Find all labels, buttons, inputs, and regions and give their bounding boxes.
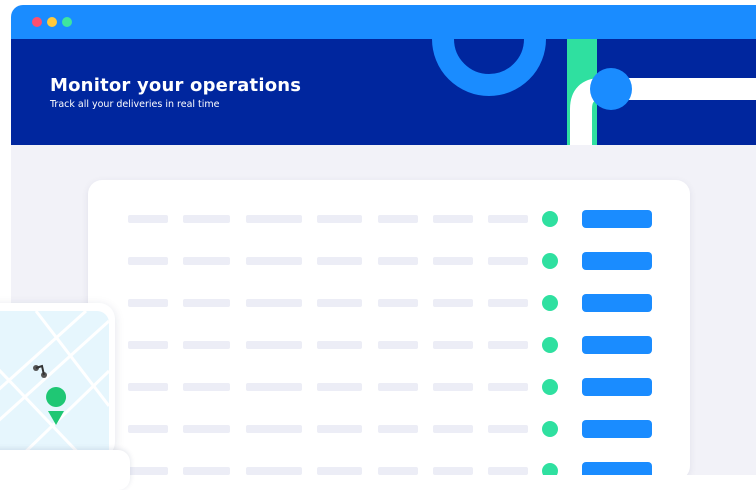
table-cell-placeholder [317, 341, 362, 349]
table-cell-placeholder [246, 383, 302, 391]
table-cell-placeholder [246, 341, 302, 349]
table-cell-placeholder [183, 215, 230, 223]
status-dot-icon [542, 379, 558, 395]
table-cell-placeholder [433, 341, 473, 349]
table-cell-placeholder [488, 341, 528, 349]
table-cell-placeholder [317, 215, 362, 223]
table-cell-placeholder [128, 467, 168, 475]
table-cell-placeholder [246, 257, 302, 265]
table-row[interactable] [88, 294, 690, 312]
page-subtitle: Track all your deliveries in real time [50, 99, 220, 110]
row-action-button[interactable] [582, 420, 652, 438]
table-cell-placeholder [433, 383, 473, 391]
table-row[interactable] [88, 420, 690, 438]
row-action-button[interactable] [582, 462, 652, 475]
status-dot-icon [542, 253, 558, 269]
info-card [0, 450, 130, 490]
table-cell-placeholder [378, 215, 418, 223]
row-action-button[interactable] [582, 294, 652, 312]
scooter-icon [33, 364, 47, 378]
table-cell-placeholder [378, 299, 418, 307]
table-cell-placeholder [128, 383, 168, 391]
table-cell-placeholder [128, 299, 168, 307]
table-cell-placeholder [128, 425, 168, 433]
page-title: Monitor your operations [50, 75, 302, 96]
table-cell-placeholder [183, 257, 230, 265]
table-row[interactable] [88, 210, 690, 228]
table-cell-placeholder [128, 341, 168, 349]
table-cell-placeholder [246, 215, 302, 223]
table-cell-placeholder [183, 425, 230, 433]
map-streets [0, 311, 109, 458]
table-cell-placeholder [378, 425, 418, 433]
table-cell-placeholder [378, 341, 418, 349]
minimize-dot-icon[interactable] [47, 17, 57, 27]
close-dot-icon[interactable] [32, 17, 42, 27]
decor-ring [432, 39, 546, 96]
row-action-button[interactable] [582, 252, 652, 270]
deliveries-table-card [88, 180, 690, 475]
window-titlebar [11, 5, 756, 39]
status-dot-icon [542, 295, 558, 311]
table-cell-placeholder [488, 257, 528, 265]
table-cell-placeholder [433, 257, 473, 265]
row-action-button[interactable] [582, 378, 652, 396]
table-cell-placeholder [246, 467, 302, 475]
status-dot-icon [542, 337, 558, 353]
browser-window: Monitor your operations Track all your d… [11, 5, 756, 475]
table-cell-placeholder [317, 425, 362, 433]
row-action-button[interactable] [582, 210, 652, 228]
table-cell-placeholder [317, 257, 362, 265]
table-cell-placeholder [488, 425, 528, 433]
table-cell-placeholder [246, 299, 302, 307]
table-cell-placeholder [378, 383, 418, 391]
table-cell-placeholder [433, 215, 473, 223]
table-cell-placeholder [183, 299, 230, 307]
table-cell-placeholder [128, 215, 168, 223]
decor-circle [590, 68, 632, 110]
table-row[interactable] [88, 252, 690, 270]
table-cell-placeholder [433, 425, 473, 433]
location-pin-icon [46, 387, 67, 425]
table-cell-placeholder [317, 467, 362, 475]
table-row[interactable] [88, 378, 690, 396]
status-dot-icon [542, 463, 558, 475]
row-action-button[interactable] [582, 336, 652, 354]
delivery-map[interactable] [0, 311, 109, 458]
table-cell-placeholder [317, 299, 362, 307]
table-cell-placeholder [488, 383, 528, 391]
table-cell-placeholder [246, 425, 302, 433]
table-cell-placeholder [433, 299, 473, 307]
map-card[interactable] [0, 303, 115, 458]
hero-banner: Monitor your operations Track all your d… [11, 39, 756, 145]
table-cell-placeholder [183, 467, 230, 475]
table-row[interactable] [88, 462, 690, 475]
status-dot-icon [542, 211, 558, 227]
table-cell-placeholder [317, 383, 362, 391]
maximize-dot-icon[interactable] [62, 17, 72, 27]
table-cell-placeholder [378, 257, 418, 265]
table-cell-placeholder [183, 341, 230, 349]
table-cell-placeholder [378, 467, 418, 475]
table-cell-placeholder [488, 215, 528, 223]
status-dot-icon [542, 421, 558, 437]
table-cell-placeholder [488, 299, 528, 307]
table-cell-placeholder [488, 467, 528, 475]
table-cell-placeholder [128, 257, 168, 265]
table-row[interactable] [88, 336, 690, 354]
table-cell-placeholder [183, 383, 230, 391]
table-cell-placeholder [433, 467, 473, 475]
